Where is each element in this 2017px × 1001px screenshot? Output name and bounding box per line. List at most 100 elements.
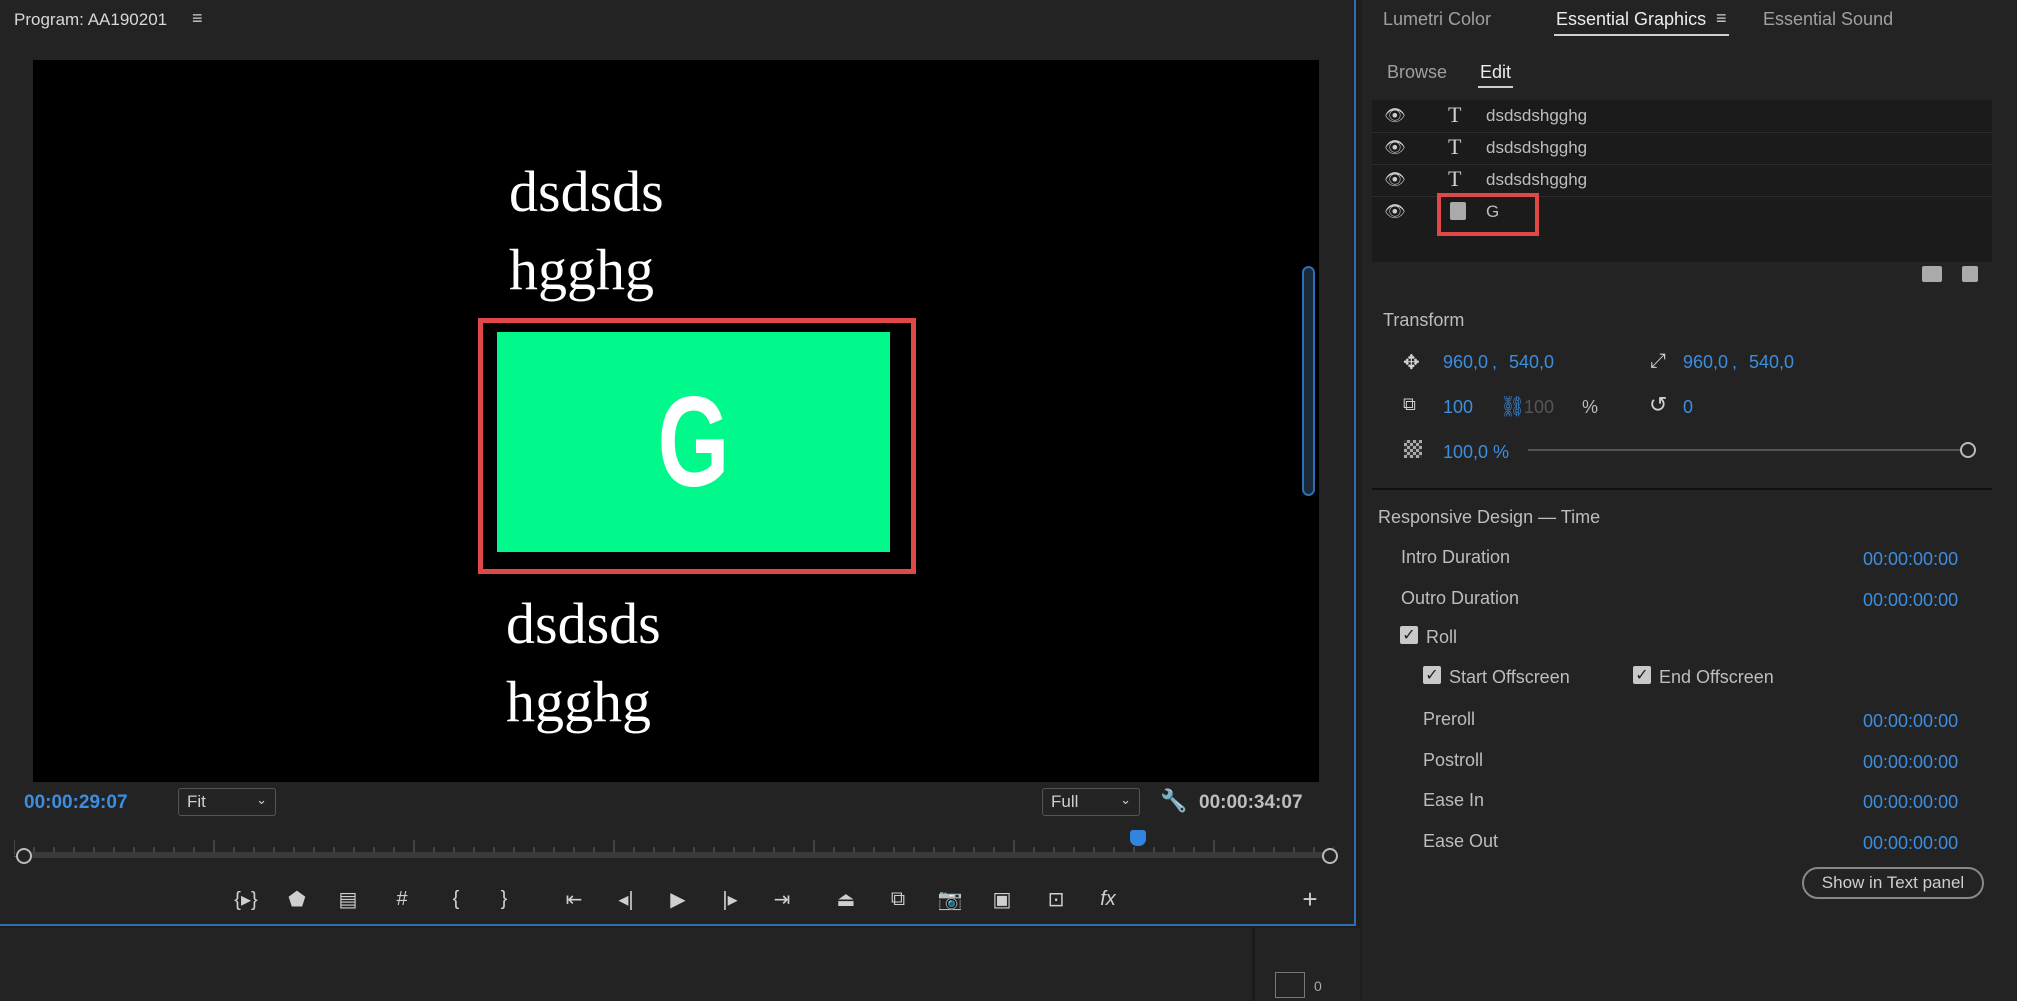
roll-label: Roll [1426, 627, 1458, 647]
opacity-icon [1404, 440, 1422, 458]
quality-dropdown-label: Full [1051, 792, 1079, 811]
hamburger-icon[interactable]: ≡ [192, 8, 203, 29]
end-offscreen-label: End Offscreen [1659, 667, 1774, 687]
panel-divider [1252, 928, 1255, 1001]
grid-icon[interactable] [1275, 972, 1305, 998]
intro-duration-label: Intro Duration [1401, 547, 1511, 567]
outro-duration-label: Outro Duration [1401, 588, 1520, 608]
play-icon[interactable]: ▶ [660, 884, 696, 914]
rotation-icon: ↺ [1649, 392, 1668, 417]
ease-in-value[interactable]: 00:00:00:00 [1863, 792, 1958, 813]
tab-essential-sound[interactable]: Essential Sound [1763, 9, 1893, 30]
layer-list: 👁 T dsdsdshgghg 👁 T dsdsdshgghg 👁 T dsds… [1372, 100, 1992, 262]
intro-duration-value[interactable]: 00:00:00:00 [1863, 549, 1958, 570]
mark-clip-icon[interactable]: ▤ [330, 884, 366, 914]
scrub-bar[interactable] [24, 852, 1330, 858]
rotation-value[interactable]: 0 [1683, 397, 1693, 418]
wrench-icon[interactable]: 🔧 [1160, 788, 1187, 814]
position-icon: ✥ [1403, 352, 1420, 374]
go-to-out-icon[interactable]: ⇥ [764, 884, 800, 914]
start-offscreen-checkbox[interactable]: ✓ [1423, 666, 1441, 684]
position-y[interactable]: 540,0 [1509, 352, 1554, 373]
layer-name: dsdsdshgghg [1486, 106, 1588, 125]
position-x[interactable]: 960,0 [1443, 352, 1488, 373]
chevron-down-icon: ⌄ [1120, 792, 1131, 807]
tab-lumetri-color[interactable]: Lumetri Color [1383, 9, 1491, 30]
anchor-comma: , [1732, 352, 1738, 372]
active-tab-underline [1554, 34, 1729, 36]
preroll-value[interactable]: 00:00:00:00 [1863, 711, 1958, 732]
layer-name: dsdsdshgghg [1486, 170, 1588, 189]
chevron-down-icon: ⌄ [256, 792, 267, 807]
hamburger-icon[interactable]: ≡ [1716, 8, 1727, 29]
scale-value[interactable]: 100 [1443, 397, 1473, 418]
current-timecode[interactable]: 00:00:29:07 [24, 792, 128, 814]
scale-percent: % [1582, 397, 1599, 417]
opacity-value[interactable]: 100,0 % [1443, 442, 1509, 463]
subtab-browse[interactable]: Browse [1387, 62, 1447, 83]
link-icon[interactable]: ⛓ [1500, 394, 1525, 419]
anchor-x[interactable]: 960,0 [1683, 352, 1728, 373]
zoom-dropdown-label: Fit [187, 792, 206, 811]
mark-in-out-icon[interactable]: {▸} [228, 884, 264, 914]
selection-highlight [1437, 193, 1539, 236]
program-title: Program: AA190201 [14, 10, 168, 29]
active-subtab-underline [1478, 86, 1513, 88]
fx-icon[interactable]: fx [1090, 884, 1126, 914]
anchor-y[interactable]: 540,0 [1749, 352, 1794, 373]
subtab-edit[interactable]: Edit [1480, 62, 1511, 83]
step-forward-icon[interactable]: |▸ [712, 884, 748, 914]
tab-essential-graphics[interactable]: Essential Graphics [1556, 9, 1706, 30]
counter-label: 0 [1314, 978, 1322, 994]
eye-icon[interactable]: 👁 [1384, 170, 1406, 190]
outro-duration-value[interactable]: 00:00:00:00 [1863, 590, 1958, 611]
folder-icon[interactable] [1922, 266, 1942, 282]
selection-highlight [478, 318, 916, 574]
ease-out-label: Ease Out [1423, 831, 1499, 851]
opacity-slider-handle[interactable] [1960, 442, 1976, 458]
vertical-scrollbar[interactable] [1302, 266, 1315, 496]
add-marker-icon[interactable]: ⬟ [279, 884, 315, 914]
comparison-view-icon[interactable]: ▣ [984, 884, 1020, 914]
export-frame-icon[interactable]: 📷 [932, 884, 968, 914]
new-layer-icon[interactable] [1962, 266, 1978, 282]
position-comma: , [1492, 352, 1498, 372]
end-offscreen-checkbox[interactable]: ✓ [1633, 666, 1651, 684]
program-monitor: Program: AA190201 ≡ dsdsds hgghg dsdsds … [0, 0, 1356, 926]
layer-row[interactable]: 👁 T dsdsdshgghg [1372, 134, 1992, 165]
mark-in-icon[interactable]: { [438, 884, 474, 914]
postroll-value[interactable]: 00:00:00:00 [1863, 752, 1958, 773]
text-bottom-line1: dsdsds [506, 591, 661, 656]
transform-title: Transform [1383, 310, 1465, 330]
layer-row[interactable]: 👁 T dsdsdshgghg [1372, 102, 1992, 133]
responsive-title: Responsive Design — Time [1378, 507, 1601, 527]
opacity-slider-track[interactable] [1528, 449, 1968, 451]
eye-icon[interactable]: 👁 [1384, 106, 1406, 126]
safe-margins-icon[interactable]: # [384, 884, 420, 914]
preroll-label: Preroll [1423, 709, 1476, 729]
show-in-text-panel-button[interactable]: Show in Text panel [1802, 867, 1984, 899]
add-button-icon[interactable]: + [1292, 884, 1328, 914]
go-to-in-icon[interactable]: ⇤ [556, 884, 592, 914]
quality-dropdown[interactable]: Full ⌄ [1042, 788, 1140, 816]
start-offscreen-label: Start Offscreen [1449, 667, 1570, 687]
ease-out-value[interactable]: 00:00:00:00 [1863, 833, 1958, 854]
eye-icon[interactable]: 👁 [1384, 202, 1406, 222]
mark-out-icon[interactable]: } [486, 884, 522, 914]
step-back-icon[interactable]: ◂| [608, 884, 644, 914]
text-bottom-line2: hgghg [506, 669, 651, 734]
extract-icon[interactable]: ⧉ [880, 884, 916, 914]
lift-icon[interactable]: ⏏ [828, 884, 864, 914]
scrub-end-handle[interactable] [1322, 848, 1338, 864]
postroll-label: Postroll [1423, 750, 1484, 770]
roll-checkbox[interactable]: ✓ [1400, 626, 1418, 644]
text-top-line1: dsdsds [509, 159, 664, 224]
zoom-dropdown[interactable]: Fit ⌄ [178, 788, 276, 816]
eye-icon[interactable]: 👁 [1384, 138, 1406, 158]
scrub-start-handle[interactable] [16, 848, 32, 864]
show-in-text-panel-label: Show in Text panel [1821, 873, 1965, 892]
playhead[interactable] [1130, 830, 1146, 846]
vr-video-icon[interactable]: ⊡ [1038, 884, 1074, 914]
duration-timecode: 00:00:34:07 [1199, 792, 1303, 813]
scale-icon: ⧉ [1403, 394, 1416, 414]
